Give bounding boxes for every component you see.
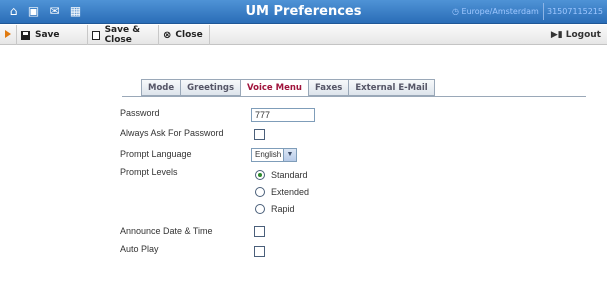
password-label: Password xyxy=(120,108,160,118)
title-bar: ⌂ ▣ ✉ ▦ UM Preferences ◷ Europe/Amsterda… xyxy=(0,0,607,24)
save-close-label: Save & Close xyxy=(104,25,141,45)
always-ask-checkbox[interactable] xyxy=(254,129,265,140)
autoplay-checkbox[interactable] xyxy=(254,246,265,257)
autoplay-label: Auto Play xyxy=(120,244,159,254)
radio-standard[interactable] xyxy=(255,170,265,180)
radio-rapid[interactable] xyxy=(255,204,265,214)
announce-label: Announce Date & Time xyxy=(120,226,213,236)
radio-standard-label: Standard xyxy=(271,170,308,180)
arrow-icon xyxy=(5,30,11,38)
logout-button[interactable]: ▶▮ Logout xyxy=(551,25,601,45)
tab-divider xyxy=(122,96,586,97)
save-icon xyxy=(21,30,30,40)
timezone-label: Europe/Amsterdam xyxy=(461,7,539,16)
always-ask-label: Always Ask For Password xyxy=(120,128,224,138)
radio-extended-label: Extended xyxy=(271,187,310,197)
tab-voice-menu[interactable]: Voice Menu xyxy=(240,79,308,97)
announce-checkbox[interactable] xyxy=(254,226,265,237)
prompt-language-select[interactable]: English ▼ xyxy=(251,148,297,162)
save-button[interactable]: Save xyxy=(16,25,82,45)
tab-faxes[interactable]: Faxes xyxy=(308,79,349,96)
title-separator xyxy=(543,3,544,20)
save-label: Save xyxy=(35,30,60,40)
prompt-language-label: Prompt Language xyxy=(120,149,192,159)
chevron-down-icon[interactable]: ▼ xyxy=(283,149,296,161)
radio-rapid-label: Rapid xyxy=(271,204,295,214)
password-field[interactable]: 777 xyxy=(251,108,315,122)
account-id: 31507115215 xyxy=(547,7,603,16)
tab-bar: Mode Greetings Voice Menu Faxes External… xyxy=(141,79,435,97)
close-button[interactable]: ⊗ Close xyxy=(158,25,210,45)
save-close-icon xyxy=(92,30,100,40)
close-label: Close xyxy=(175,30,203,40)
logout-icon: ▶▮ xyxy=(550,30,563,40)
save-close-button[interactable]: Save & Close xyxy=(87,25,157,45)
logout-label: Logout xyxy=(565,30,601,40)
timezone-link[interactable]: ◷ Europe/Amsterdam xyxy=(452,7,539,16)
close-icon: ⊗ xyxy=(163,29,172,41)
clock-icon: ◷ xyxy=(452,7,459,16)
tab-mode[interactable]: Mode xyxy=(141,79,181,96)
tab-greetings[interactable]: Greetings xyxy=(180,79,241,96)
tab-external-email[interactable]: External E-Mail xyxy=(348,79,435,96)
prompt-language-value: English xyxy=(255,150,282,159)
prompt-levels-label: Prompt Levels xyxy=(120,167,178,177)
radio-extended[interactable] xyxy=(255,187,265,197)
toolbar: Save Save & Close ⊗ Close ▶▮ Logout xyxy=(0,25,607,45)
